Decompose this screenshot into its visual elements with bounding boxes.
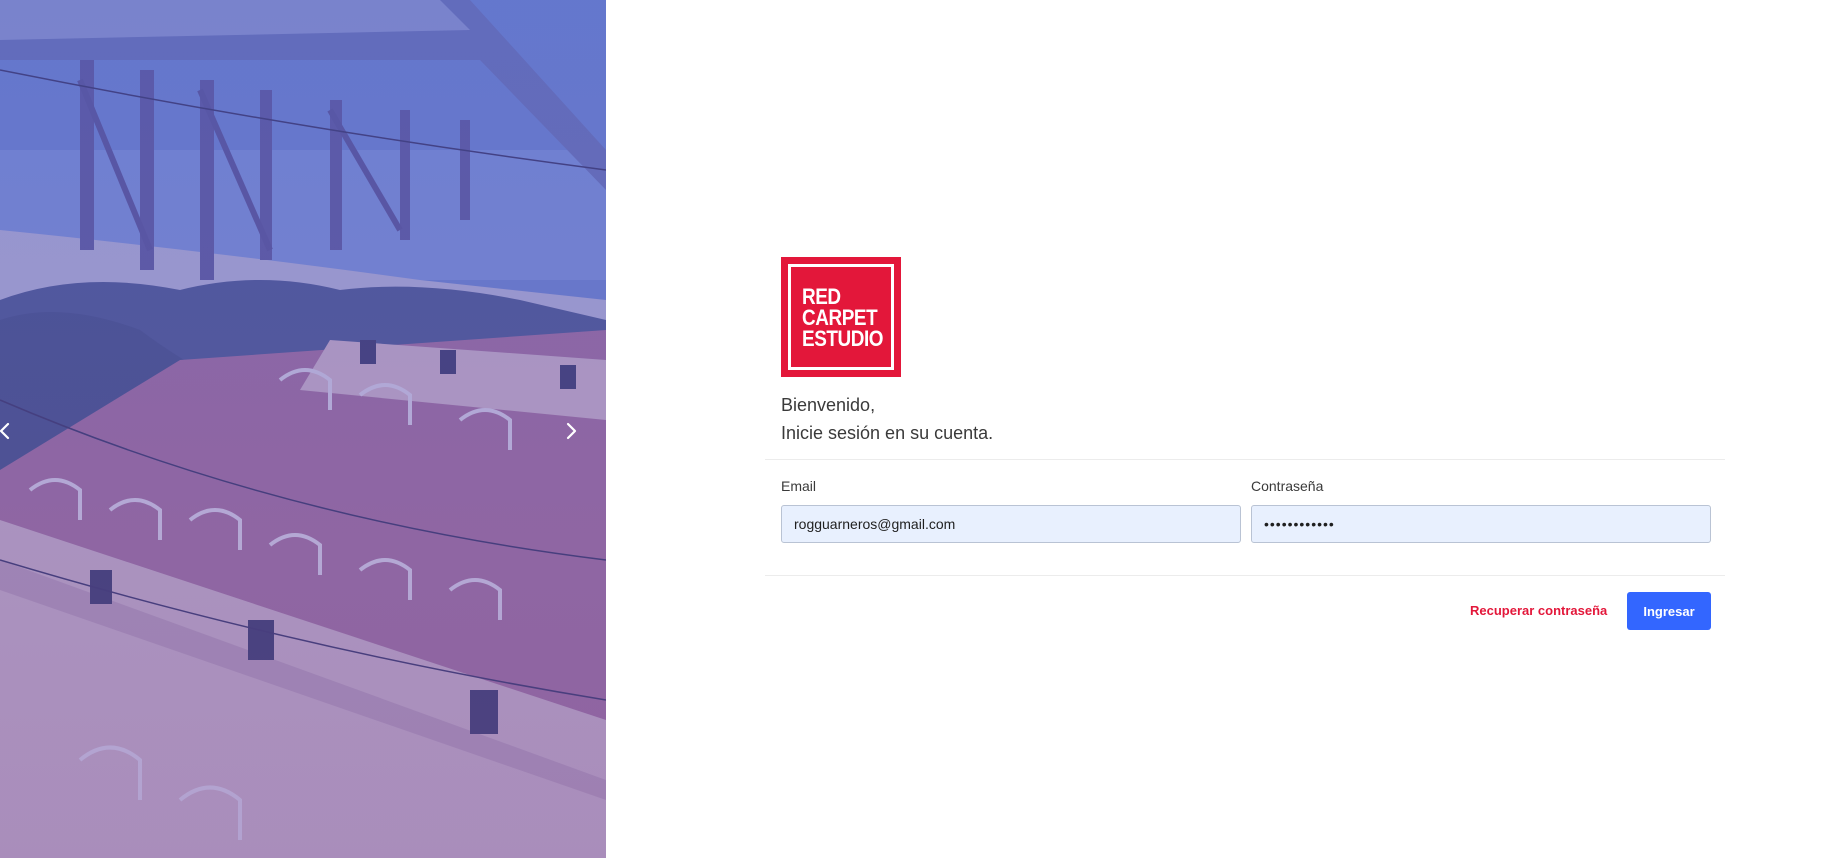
brand-logo-frame: RED CARPET ESTUDIO xyxy=(788,264,894,370)
hero-overlay xyxy=(0,0,606,858)
welcome-subtitle: Inicie sesión en su cuenta. xyxy=(781,423,994,443)
password-label: Contraseña xyxy=(1251,478,1324,494)
brand-logo-line-2: CARPET xyxy=(802,304,878,330)
welcome-title: Bienvenido, xyxy=(781,395,876,415)
hero-carousel xyxy=(0,0,606,858)
email-label: Email xyxy=(781,478,817,494)
divider-bottom xyxy=(765,575,1725,576)
recover-password-link[interactable]: Recuperar contraseña xyxy=(1470,603,1607,618)
welcome-message: Bienvenido, Inicie sesión en su cuenta. xyxy=(781,391,993,447)
carousel-prev-button[interactable] xyxy=(0,418,18,444)
divider-top xyxy=(765,459,1725,460)
carousel-next-button[interactable] xyxy=(558,418,584,444)
login-button[interactable]: Ingresar xyxy=(1627,592,1711,630)
brand-logo: RED CARPET ESTUDIO xyxy=(781,257,901,377)
brand-logo-line-3: ESTUDIO xyxy=(802,325,884,351)
chevron-right-icon xyxy=(566,422,577,440)
chevron-left-icon xyxy=(0,422,10,440)
email-field[interactable] xyxy=(781,505,1241,543)
password-field[interactable] xyxy=(1251,505,1711,543)
login-panel: RED CARPET ESTUDIO Bienvenido, Inicie se… xyxy=(765,0,1725,858)
brand-logo-line-1: RED xyxy=(802,283,841,309)
